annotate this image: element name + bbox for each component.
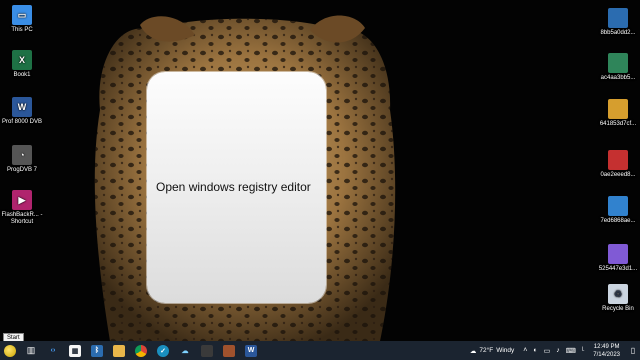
desktop-icon-label: Prof 8000 DVB [1,119,43,125]
desktop-icon-this-pc[interactable]: ▭ This PC [0,5,44,34]
desktop-icon-file-6[interactable]: 525447e3d1... [596,244,640,273]
satellite-dish-icon: ◔ [12,145,32,165]
desktop-icon-label: ac4aa3bb5... [600,75,636,81]
desktop-icon-flashback-shortcut[interactable]: ▶ FlashBackR... - Shortcut [0,190,44,226]
desktop-icon-label: 7ed6868ae... [600,218,636,224]
desktop-icon-recycle-bin[interactable]: ♻ Recycle Bin [596,284,640,313]
image-file-icon [608,99,628,119]
code-arrows-icon: ‹› [50,347,56,354]
clock[interactable]: 12:49 PM 7/14/2023 [587,343,626,359]
volume-icon[interactable]: ♪ [553,347,563,354]
desktop-icon-label: FlashBackR... - Shortcut [1,212,43,225]
desktop-icon-label: 0ae2eeed8... [600,172,636,178]
desktop-icon-file-5[interactable]: 7ed6868ae... [596,196,640,225]
desktop-icon-label: 641853d7cf... [599,121,637,127]
taskbar-app-explorer[interactable] [108,341,130,360]
word-icon: W [245,344,257,357]
start-icon [4,344,16,357]
bluetooth-icon: ᛒ [91,344,103,357]
show-hidden-icons-chevron-icon[interactable]: ˄ [520,347,530,354]
cloud-app-icon: ☁ [181,347,189,355]
taskbar-app-code[interactable]: ‹› [42,341,64,360]
desktop-icon-file-2[interactable]: ac4aa3bb5... [596,53,640,82]
weather-condition: Windy [496,347,515,354]
taskbar-app-store[interactable]: ▦ [64,341,86,360]
tray-app-icon[interactable]: ◐ [530,347,540,354]
start-button[interactable] [0,341,20,360]
taskbar: ▥ ‹› ▦ ᛒ ✓ ☁ W ☁ 72°F Windy ˄ ◐ ▭ ♪ ⌨ ᴸ … [0,341,640,360]
notification-icon[interactable]: ▯ [626,346,640,355]
desktop-icon-label: This PC [11,27,33,33]
taskbar-app-bluetooth[interactable]: ᛒ [86,341,108,360]
taskbar-app-chrome[interactable] [130,341,152,360]
monitor-icon: ▭ [12,5,32,25]
weather-temp: 72°F [479,347,494,354]
taskbar-app-word[interactable]: W [240,341,262,360]
taskbar-app-checkmark[interactable]: ✓ [152,341,174,360]
weather-cloud-icon: ☁ [469,347,477,355]
chrome-icon [135,344,147,357]
system-tray: ☁ 72°F Windy ˄ ◐ ▭ ♪ ⌨ ᴸ 12:49 PM 7/14/2… [464,341,640,360]
keyboard-icon[interactable]: ⌨ [563,347,579,355]
taskbar-app-cloud[interactable]: ☁ [174,341,196,360]
taskbar-app-dark[interactable] [196,341,218,360]
desktop-icon-file-4[interactable]: 0ae2eeed8... [596,150,640,179]
desktop-icon-file-1[interactable]: 8bb5a0dd2... [596,8,640,37]
desktop-icon-label: Book1 [13,72,31,78]
task-view-button[interactable]: ▥ [20,341,42,360]
network-icon[interactable]: ▭ [541,347,554,355]
recycle-bin-icon: ♻ [608,284,628,304]
word-icon: W [12,97,32,117]
clock-time: 12:49 PM [593,343,620,350]
desktop-icon-prof-8000-dvb[interactable]: W Prof 8000 DVB [0,97,44,126]
desktop-icon-label: ProgDVB 7 [6,167,37,173]
desktop-icon-label: 8bb5a0dd2... [600,30,636,36]
desktop-icon-book1[interactable]: X Book1 [0,50,44,79]
media-app-icon [223,344,235,357]
excel-icon: X [12,50,32,70]
desktop-icon-label: Recycle Bin [602,306,634,312]
clock-date: 7/14/2023 [593,351,620,358]
image-file-icon [608,244,628,264]
desktop-icon-file-3[interactable]: 641853d7cf... [596,99,640,128]
store-bag-icon: ▦ [69,344,81,357]
desktop-icon-label: 525447e3d1... [598,266,638,272]
folder-icon [113,344,125,357]
task-view-icon: ▥ [26,345,36,355]
language-icon[interactable]: ᴸ [579,347,587,354]
checkmark-app-icon: ✓ [157,344,169,357]
image-file-icon [608,8,628,28]
image-file-icon [608,150,628,170]
instruction-text: Open windows registry editor [156,180,311,194]
weather-widget[interactable]: ☁ 72°F Windy [464,347,520,355]
dark-app-icon [201,344,213,357]
taskbar-app-media[interactable] [218,341,240,360]
instruction-card: Open windows registry editor [147,72,326,303]
recorder-icon: ▶ [12,190,32,210]
image-file-icon [608,196,628,216]
desktop-icon-progdvb-7[interactable]: ◔ ProgDVB 7 [0,145,44,174]
image-file-icon [608,53,628,73]
